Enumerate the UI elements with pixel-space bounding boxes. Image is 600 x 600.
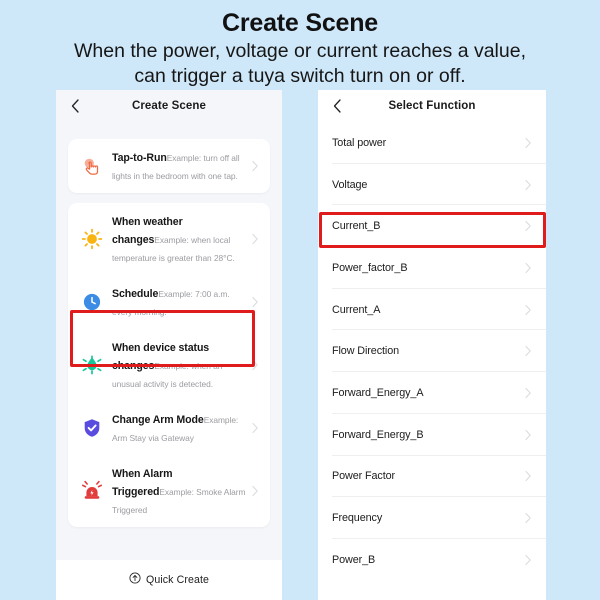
function-row-label: Forward_Energy_B (332, 428, 424, 441)
page-title: Create Scene (221, 9, 379, 37)
function-row[interactable]: Flow Direction (318, 330, 546, 372)
scene-card-list: Tap-to-RunExample: turn off all lights i… (56, 122, 282, 527)
chevron-right-icon (523, 386, 533, 400)
scene-row-title: Tap-to-Run (112, 152, 167, 164)
chevron-right-icon (523, 511, 533, 525)
function-row-label: Current_A (332, 303, 381, 316)
chevron-right-icon (250, 232, 260, 246)
chevron-right-icon (250, 159, 260, 173)
chevron-right-icon (523, 428, 533, 442)
scene-card: When weather changesExample: when local … (68, 203, 270, 527)
function-row-label: Power Factor (332, 470, 396, 483)
left-nav-title: Create Scene (131, 100, 207, 112)
scene-row-text: When device status changesExample: when … (107, 338, 250, 392)
function-row-label: Total power (332, 136, 387, 149)
function-row-label: Flow Direction (332, 345, 399, 358)
function-row-label: Forward_Energy_A (332, 386, 424, 399)
quick-create-button[interactable]: Quick Create (56, 560, 282, 600)
function-row-label: Power_factor_B (332, 261, 408, 274)
alarm-siren-icon (77, 476, 107, 506)
function-row[interactable]: Current_A (318, 289, 546, 331)
chevron-right-icon (250, 358, 260, 372)
function-row[interactable]: Power_B (318, 539, 546, 581)
function-row-label: Frequency (332, 512, 383, 525)
chevron-right-icon (250, 421, 260, 435)
left-phone-screen: Create Scene Tap-to-RunExample: turn off… (56, 90, 282, 600)
circle-arrow-up-icon (129, 571, 141, 589)
right-phone-screen: Select Function Total power Voltage Curren… (318, 90, 546, 600)
function-row[interactable]: Forward_Energy_B (318, 414, 546, 456)
chevron-right-icon (523, 219, 533, 233)
function-row[interactable]: Voltage (318, 164, 546, 206)
page-header: Create Scene When the power, voltage or … (0, 0, 600, 88)
chevron-right-icon (523, 344, 533, 358)
function-row[interactable]: Total power (318, 122, 546, 164)
scene-row-text: When weather changesExample: when local … (107, 212, 250, 266)
chevron-right-icon (523, 469, 533, 483)
function-row[interactable]: Frequency (318, 497, 546, 539)
clock-icon (77, 287, 107, 317)
chevron-right-icon (523, 178, 533, 192)
scene-row-text: When Alarm TriggeredExample: Smoke Alarm… (107, 464, 250, 518)
chevron-right-icon (523, 303, 533, 317)
scene-row[interactable]: When device status changesExample: when … (68, 329, 270, 401)
right-navbar: Select Function (318, 90, 546, 122)
scene-row[interactable]: When Alarm TriggeredExample: Smoke Alarm… (68, 455, 270, 527)
scene-row-text: Change Arm ModeExample: Arm Stay via Gat… (107, 410, 250, 446)
sun-icon (77, 224, 107, 254)
function-row[interactable]: Power Factor (318, 456, 546, 498)
function-row-label: Current_B (332, 220, 381, 233)
scene-row-title: Schedule (112, 288, 159, 300)
chevron-right-icon (523, 136, 533, 150)
function-list: Total power Voltage Current_B Power_factor_… (318, 122, 546, 581)
chevron-right-icon (523, 553, 533, 567)
scene-row[interactable]: Change Arm ModeExample: Arm Stay via Gat… (68, 401, 270, 455)
function-row[interactable]: Forward_Energy_A (318, 372, 546, 414)
scene-row-title: Change Arm Mode (112, 414, 204, 426)
shield-check-icon (77, 413, 107, 443)
scene-row-text: ScheduleExample: 7:00 a.m. every morning… (107, 284, 250, 320)
function-row-label: Voltage (332, 178, 368, 191)
left-navbar: Create Scene (56, 90, 282, 122)
page-subtitle: When the power, voltage or current reach… (0, 39, 600, 89)
function-row[interactable]: Current_B (318, 205, 546, 247)
function-row[interactable]: Power_factor_B (318, 247, 546, 289)
function-row-label: Power_B (332, 553, 376, 566)
page-subtitle-line-2: can trigger a tuya switch turn on or off… (134, 65, 466, 87)
scene-row[interactable]: Tap-to-RunExample: turn off all lights i… (68, 139, 270, 193)
right-nav-title: Select Function (388, 100, 476, 112)
tap-hand-icon (77, 151, 107, 181)
scene-row[interactable]: When weather changesExample: when local … (68, 203, 270, 275)
chevron-right-icon (250, 484, 260, 498)
chevron-left-icon[interactable] (331, 97, 345, 115)
chevron-right-icon (250, 295, 260, 309)
chevron-left-icon[interactable] (69, 97, 83, 115)
chevron-right-icon (523, 261, 533, 275)
scene-card: Tap-to-RunExample: turn off all lights i… (68, 139, 270, 193)
scene-row-text: Tap-to-RunExample: turn off all lights i… (107, 148, 250, 184)
page-subtitle-line-1: When the power, voltage or current reach… (73, 40, 526, 62)
quick-create-label: Quick Create (145, 574, 210, 586)
device-sensor-icon (77, 350, 107, 380)
scene-row[interactable]: ScheduleExample: 7:00 a.m. every morning… (68, 275, 270, 329)
